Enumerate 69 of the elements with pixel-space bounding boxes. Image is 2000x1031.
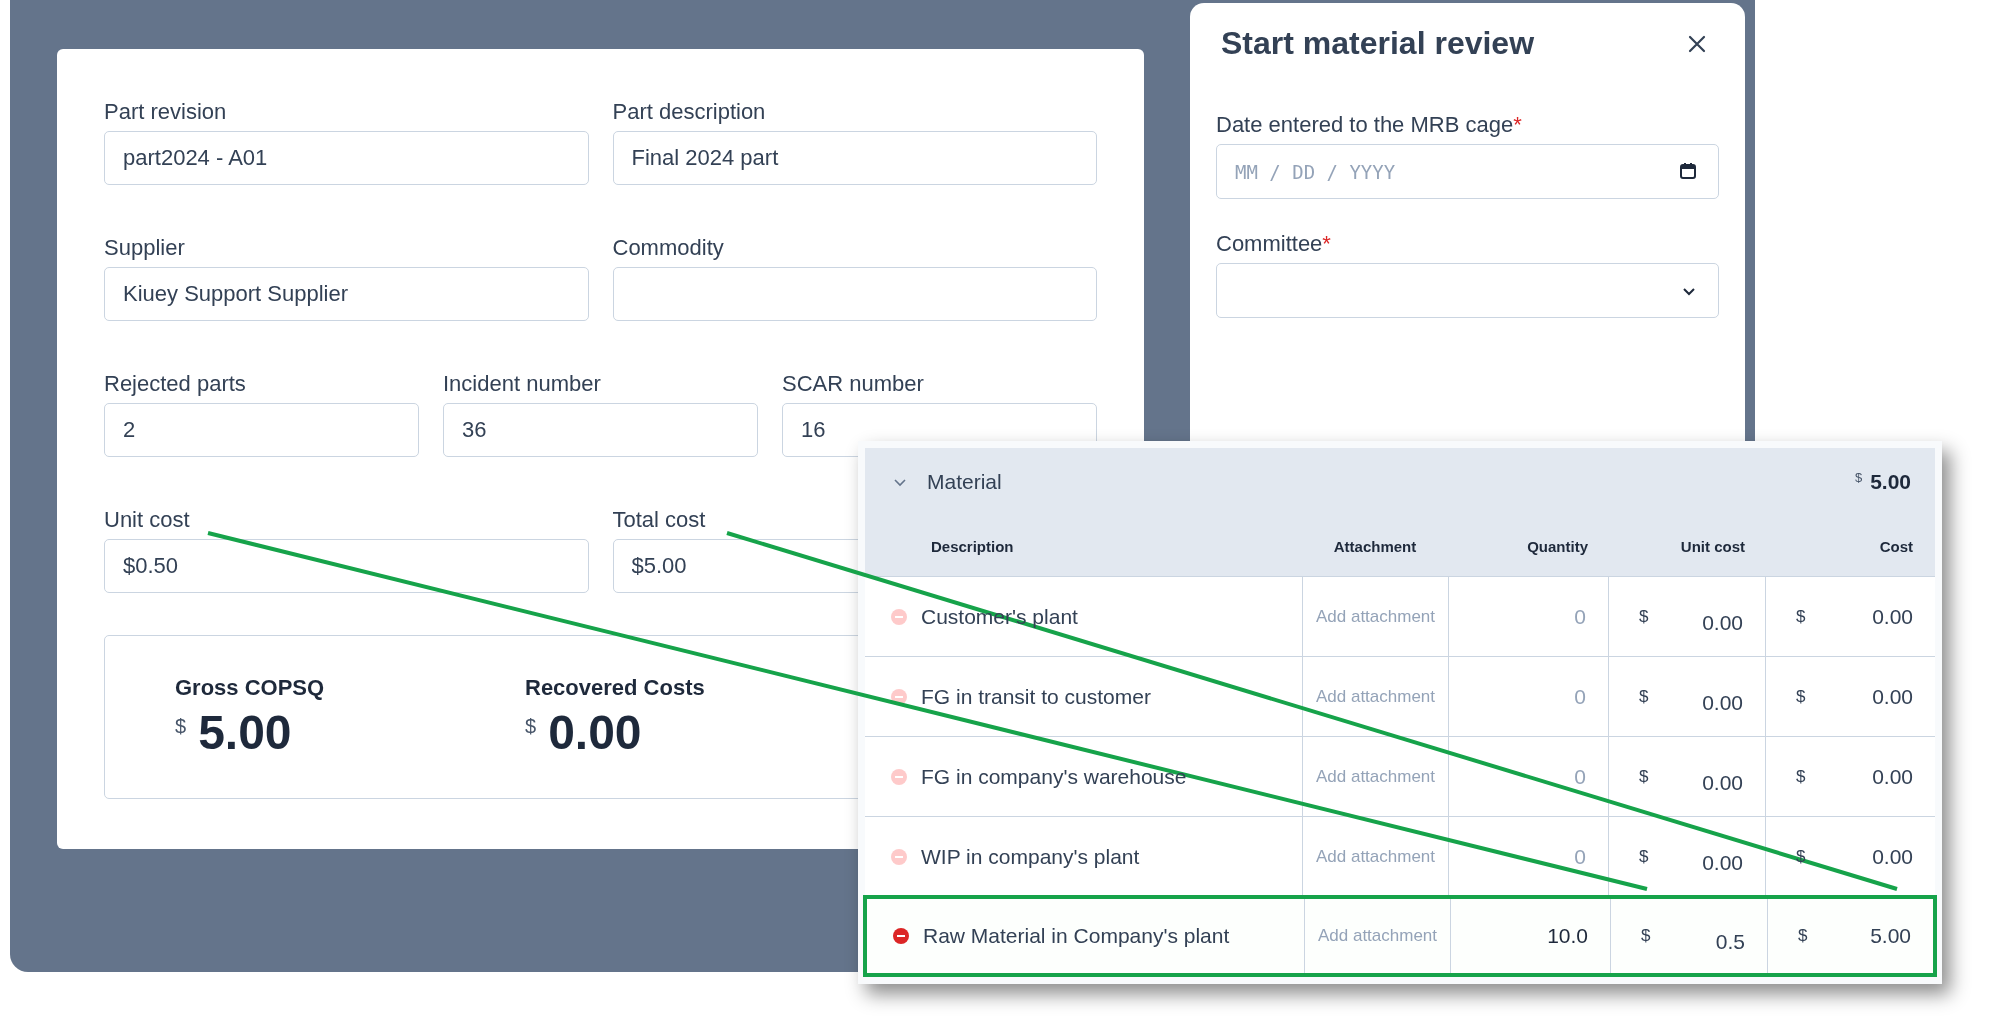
currency-symbol: $ <box>525 714 537 738</box>
input-field[interactable]: 36 <box>443 403 758 457</box>
cost-value: 0.00 <box>1872 604 1913 629</box>
currency-symbol: $ <box>175 714 187 738</box>
input-field[interactable]: $0.50 <box>104 539 589 593</box>
input-field[interactable] <box>612 267 1097 321</box>
currency-symbol: $ <box>1796 686 1806 707</box>
currency-symbol: $ <box>1639 606 1649 627</box>
column-header: Quantity <box>1526 537 1589 555</box>
currency-symbol: $ <box>1639 686 1649 707</box>
input-field[interactable]: 2 <box>104 403 419 457</box>
cost-value: 0.00 <box>1872 684 1913 709</box>
quantity-value: 0 <box>1574 764 1586 789</box>
currency-symbol: $ <box>1641 926 1651 946</box>
currency-symbol: $ <box>1796 606 1806 627</box>
field-label: Supplier <box>104 235 186 261</box>
row-description: FG in company's warehouse <box>921 764 1187 789</box>
required-mark: * <box>1322 231 1331 257</box>
quantity-value: 0 <box>1574 844 1586 869</box>
currency-symbol: $ <box>1798 926 1808 946</box>
field-label: Part description <box>612 99 767 125</box>
input-field[interactable]: part2024 - A01 <box>104 131 589 185</box>
unit-cost-value: 0.5 <box>1715 930 1745 954</box>
summary-amount: 5.00 <box>198 704 292 760</box>
required-mark: * <box>1513 112 1522 138</box>
remove-icon[interactable] <box>893 928 909 944</box>
section-total: 5.00 <box>1870 470 1911 494</box>
unit-cost-value: 0.00 <box>1702 610 1743 635</box>
column-header: Attachment <box>1332 537 1418 555</box>
column-header: Cost <box>1878 537 1914 555</box>
panel-title: Start material review <box>1221 25 1535 62</box>
field-label: Commodity <box>612 235 725 261</box>
row-description: WIP in company's plant <box>921 844 1140 869</box>
field-label: Date entered to the MRB cage <box>1216 112 1514 138</box>
column-header: Unit cost <box>1679 537 1746 555</box>
cost-value: 0.00 <box>1872 764 1913 789</box>
close-icon[interactable] <box>1687 33 1707 54</box>
cost-value: 0.00 <box>1872 844 1913 869</box>
remove-icon[interactable] <box>891 688 907 705</box>
quantity-value: 10.0 <box>1547 924 1588 948</box>
field-label: Rejected parts <box>104 371 247 397</box>
field-label: Part revision <box>104 99 228 125</box>
date-field[interactable]: MM / DD / YYYY <box>1216 144 1719 199</box>
row-description: Raw Material in Company's plant <box>923 924 1230 948</box>
select-field[interactable] <box>1216 263 1719 318</box>
cost-value: 5.00 <box>1870 924 1911 948</box>
quantity-value: 0 <box>1574 604 1586 629</box>
summary-label: Gross COPSQ <box>175 674 326 701</box>
field-label: SCAR number <box>782 371 925 397</box>
field-label: Unit cost <box>104 507 191 533</box>
field-label: Committee <box>1216 231 1323 257</box>
currency-symbol: $ <box>1639 846 1649 867</box>
row-description: FG in transit to customer <box>921 684 1151 709</box>
field-label: Total cost <box>612 507 707 533</box>
currency-symbol: $ <box>1639 766 1649 787</box>
unit-cost-value: 0.00 <box>1702 770 1743 795</box>
calendar-icon[interactable] <box>1679 162 1697 180</box>
unit-cost-value: 0.00 <box>1702 850 1743 875</box>
section-title: Material <box>927 470 1002 494</box>
currency-symbol: $ <box>1854 470 1863 485</box>
unit-cost-value: 0.00 <box>1702 690 1743 715</box>
input-field[interactable]: Final 2024 part <box>612 131 1097 185</box>
summary-label: Recovered Costs <box>525 674 706 701</box>
summary-amount: 0.00 <box>548 704 642 760</box>
currency-symbol: $ <box>1796 766 1806 787</box>
column-header: Description <box>930 537 1015 555</box>
input-field[interactable]: Kiuey Support Supplier <box>104 267 589 321</box>
field-label: Incident number <box>443 371 602 397</box>
quantity-value: 0 <box>1574 684 1586 709</box>
